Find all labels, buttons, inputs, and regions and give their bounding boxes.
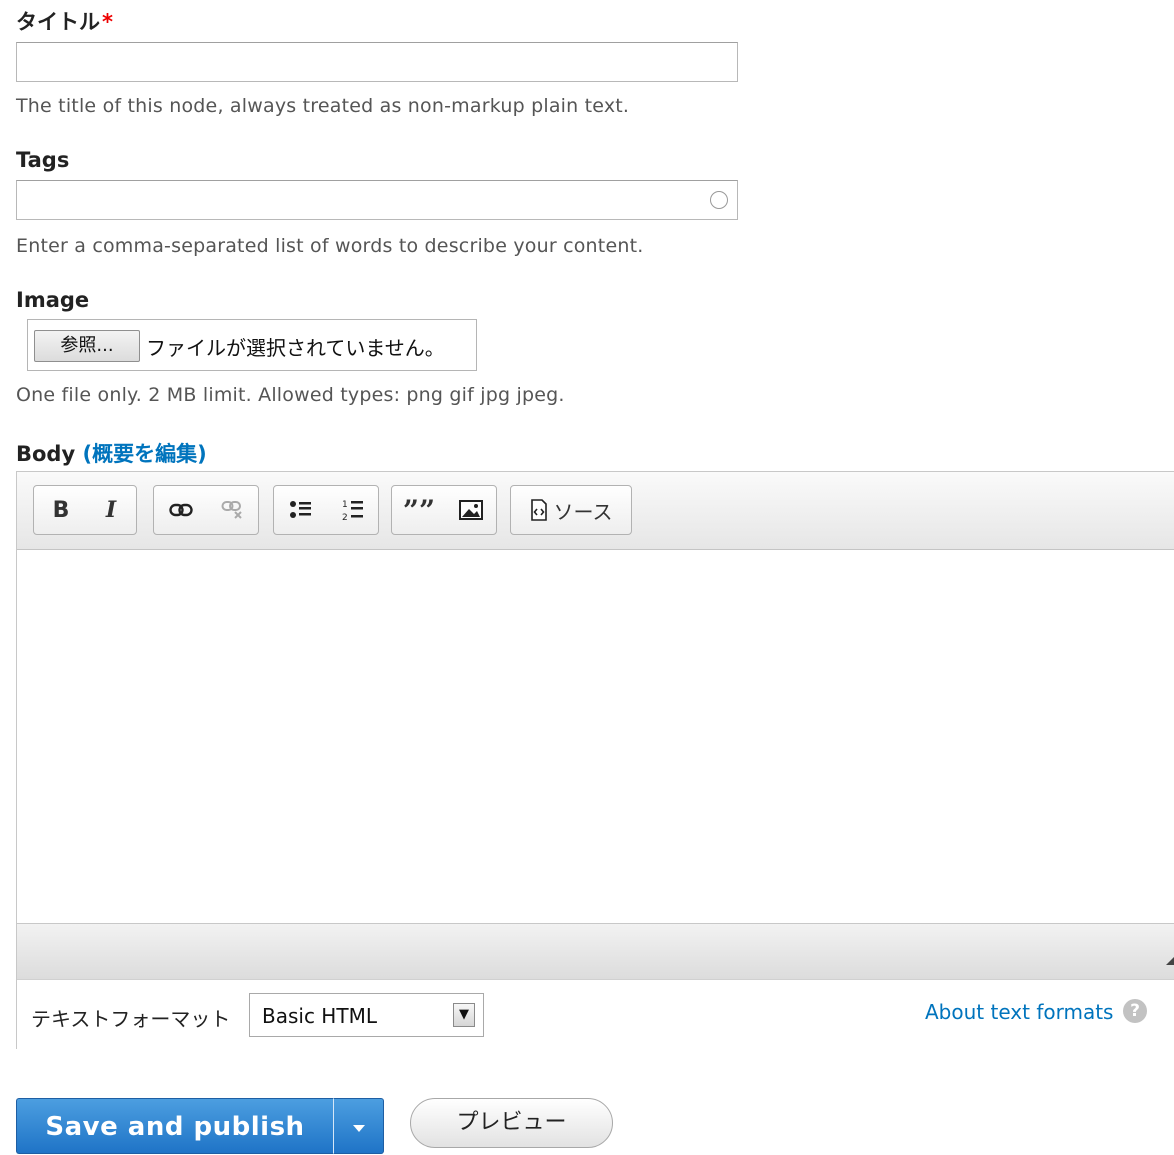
- title-input[interactable]: [16, 42, 738, 82]
- link-icon: [169, 503, 193, 517]
- save-and-publish-button[interactable]: Save and publish: [16, 1098, 333, 1154]
- help-icon[interactable]: ?: [1123, 999, 1147, 1023]
- bold-button[interactable]: B: [38, 486, 84, 534]
- toolbar-group-source: ソース: [510, 485, 632, 535]
- numbered-list-button[interactable]: 12: [330, 486, 376, 534]
- image-button[interactable]: [448, 486, 494, 534]
- editor-status-bar: [17, 923, 1174, 979]
- toolbar-group-media: ””: [391, 485, 497, 535]
- unlink-button[interactable]: [210, 486, 256, 534]
- text-format-bar: テキストフォーマット Basic HTML ▼ About text forma…: [17, 979, 1174, 1049]
- editor-content-area[interactable]: [17, 550, 1174, 923]
- svg-text:2: 2: [342, 513, 348, 522]
- toolbar-group-basic: B I: [33, 485, 137, 535]
- source-button[interactable]: ソース: [511, 486, 631, 534]
- required-marker: *: [102, 10, 113, 34]
- blockquote-icon: ””: [402, 493, 436, 527]
- toolbar-group-link: [153, 485, 259, 535]
- dropdown-arrow-icon: [353, 1125, 365, 1132]
- browse-button[interactable]: 参照...: [34, 330, 140, 362]
- save-options-dropdown[interactable]: [333, 1098, 384, 1154]
- link-button[interactable]: [158, 486, 204, 534]
- text-format-selected-value: Basic HTML: [262, 1004, 377, 1028]
- edit-summary-link[interactable]: (概要を編集): [82, 442, 206, 466]
- chevron-down-icon[interactable]: ▼: [453, 1003, 475, 1027]
- italic-button[interactable]: I: [88, 486, 134, 534]
- image-label: Image: [16, 288, 90, 312]
- image-icon: [459, 500, 483, 520]
- tags-description: Enter a comma-separated list of words to…: [16, 235, 644, 257]
- preview-button[interactable]: プレビュー: [410, 1098, 613, 1148]
- bulleted-list-button[interactable]: [278, 486, 324, 534]
- title-label-text: タイトル: [16, 10, 100, 34]
- file-status-text: ファイルが選択されていません。: [146, 336, 445, 360]
- bulleted-list-icon: [290, 501, 311, 518]
- title-label: タイトル*: [16, 6, 113, 36]
- about-text-formats-link[interactable]: About text formats: [925, 1000, 1113, 1024]
- autocomplete-icon: [710, 191, 728, 209]
- body-label: Body (概要を編集): [16, 438, 207, 468]
- text-format-select[interactable]: Basic HTML ▼: [249, 993, 484, 1037]
- image-file-input[interactable]: 参照... ファイルが選択されていません。: [27, 319, 477, 371]
- svg-text:1: 1: [342, 500, 348, 510]
- numbered-list-icon: 12: [342, 500, 363, 522]
- unlink-icon: [221, 501, 242, 519]
- text-format-label: テキストフォーマット: [31, 1007, 231, 1031]
- tags-input[interactable]: [16, 180, 738, 220]
- resize-handle-icon[interactable]: [1166, 949, 1174, 965]
- source-label: ソース: [553, 499, 613, 524]
- body-label-text: Body: [16, 442, 76, 466]
- body-editor: B I 12 ”” ソース テキストフォーマット Basic HTML ▼ Ab…: [16, 471, 1174, 1049]
- source-icon: [530, 499, 547, 521]
- image-description: One file only. 2 MB limit. Allowed types…: [16, 384, 565, 406]
- blockquote-button[interactable]: ””: [396, 486, 442, 534]
- tags-label: Tags: [16, 148, 70, 172]
- toolbar-group-lists: 12: [273, 485, 379, 535]
- editor-toolbar: B I 12 ”” ソース: [17, 472, 1174, 550]
- title-description: The title of this node, always treated a…: [16, 95, 630, 117]
